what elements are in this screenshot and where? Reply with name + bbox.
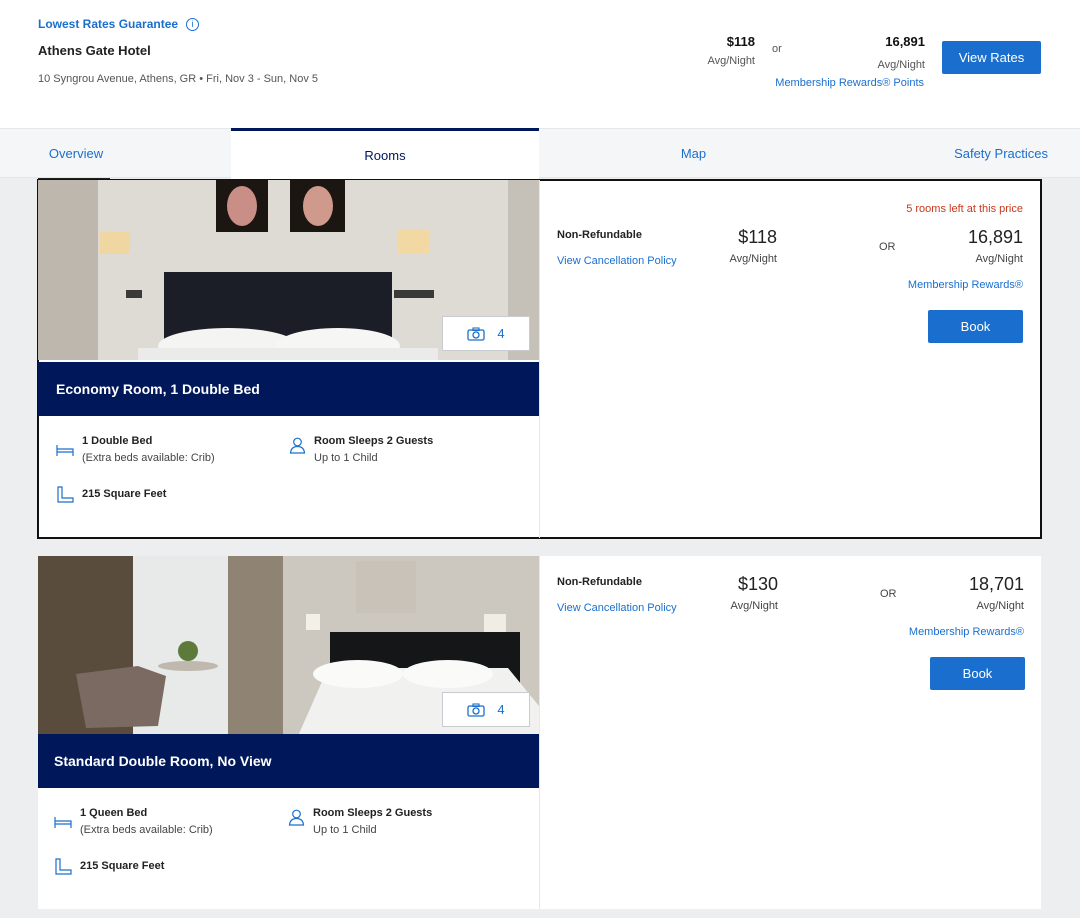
room-cash-sub: Avg/Night [729,253,778,265]
guests-feature: Room Sleeps 2 Guests Up to 1 Child [288,807,432,836]
membership-rewards-points-link[interactable]: Membership Rewards® Points [775,77,924,89]
room-points-price: 16,891 [967,227,1023,247]
header-cash-price: $118 Avg/Night [700,34,756,67]
room-card: 4 Economy Room, 1 Double Bed 1 Double Be… [37,179,1042,539]
room-points-sub: Avg/Night [975,253,1024,265]
room-points-sub: Avg/Night [976,600,1025,612]
tab-rooms[interactable]: Rooms [231,128,539,180]
header-points-sub: Avg/Night [877,59,926,71]
guests-feature: Room Sleeps 2 Guests Up to 1 Child [289,435,433,464]
extra-beds: (Extra beds available: Crib) [82,452,215,464]
header-cash-sub: Avg/Night [707,55,756,67]
children-limit: Up to 1 Child [314,452,378,464]
hotel-address-dates: 10 Syngrou Avenue, Athens, GR • Fri, Nov… [38,73,319,85]
size-feature: 215 Square Feet [54,858,164,876]
book-button[interactable]: Book [928,310,1023,343]
room-title: Economy Room, 1 Double Bed [38,362,539,416]
tab-overview[interactable]: Overview [0,129,152,178]
tab-map[interactable]: Map [540,129,847,178]
view-cancellation-policy-link[interactable]: View Cancellation Policy [557,602,677,614]
membership-rewards-link[interactable]: Membership Rewards® [908,279,1023,291]
bed-feature: 1 Double Bed (Extra beds available: Crib… [56,435,215,464]
rate-type: Non-Refundable [557,576,642,588]
photo-count: 4 [497,702,505,717]
header-points-amount: 16,891 [885,34,925,49]
guarantee-label: Lowest Rates Guarantee [38,17,179,31]
room-title: Standard Double Room, No View [38,734,539,788]
rate-panel: Non-Refundable View Cancellation Policy … [539,180,1041,538]
room-sleeps: Room Sleeps 2 Guests [314,435,434,447]
bed-type: 1 Double Bed [82,435,153,447]
hotel-header: Lowest Rates Guarantee i Athens Gate Hot… [0,0,1080,128]
membership-rewards-link[interactable]: Membership Rewards® [909,626,1024,638]
rate-type: Non-Refundable [557,229,642,241]
floor-area-icon [55,858,72,875]
bed-icon [54,817,72,828]
extra-beds: (Extra beds available: Crib) [80,824,213,836]
photo-count-button[interactable]: 4 [442,692,530,727]
camera-icon [467,702,486,717]
room-cash-price: $130 [737,574,778,594]
room-features: 1 Double Bed (Extra beds available: Crib… [38,416,539,536]
hotel-name: Athens Gate Hotel [38,43,151,58]
info-icon[interactable]: i [186,17,200,31]
photo-count: 4 [497,326,505,341]
room-or: OR [880,588,897,600]
header-cash-amount: $118 [726,34,755,49]
room-size: 215 Square Feet [80,860,165,872]
view-cancellation-policy-link[interactable]: View Cancellation Policy [557,255,677,267]
room-card: 4 Standard Double Room, No View 1 Queen … [38,556,1041,909]
room-features: 1 Queen Bed (Extra beds available: Crib)… [38,788,539,908]
camera-icon [467,326,486,341]
size-feature: 215 Square Feet [56,486,166,504]
room-or: OR [879,241,896,253]
room-sleeps: Room Sleeps 2 Guests [313,807,433,819]
book-button[interactable]: Book [930,657,1025,690]
room-points-price: 18,701 [968,574,1024,594]
room-size: 215 Square Feet [82,488,167,500]
lowest-rates-guarantee[interactable]: Lowest Rates Guarantee i [38,17,200,31]
children-limit: Up to 1 Child [313,824,377,836]
header-or: or [772,43,782,55]
room-cash-sub: Avg/Night [730,600,779,612]
bed-type: 1 Queen Bed [80,807,148,819]
rate-panel: Non-Refundable View Cancellation Policy … [539,556,1041,909]
rooms-left-alert: 5 rooms left at this price [906,203,1023,215]
room-photo[interactable]: 4 [38,180,539,360]
room-cash-price: $118 [738,227,777,247]
view-rates-button[interactable]: View Rates [942,41,1041,74]
guest-icon [288,809,305,826]
photo-count-button[interactable]: 4 [442,316,530,351]
guest-icon [289,437,306,454]
tab-bar: Overview Rooms Map Safety Practices [0,128,1080,181]
header-points-price: 16,891 Avg/Night [860,34,926,71]
bed-icon [56,445,74,456]
floor-area-icon [57,486,74,503]
room-photo[interactable]: 4 [38,556,539,736]
bed-feature: 1 Queen Bed (Extra beds available: Crib) [54,807,213,836]
tab-safety-practices[interactable]: Safety Practices [848,129,1080,178]
